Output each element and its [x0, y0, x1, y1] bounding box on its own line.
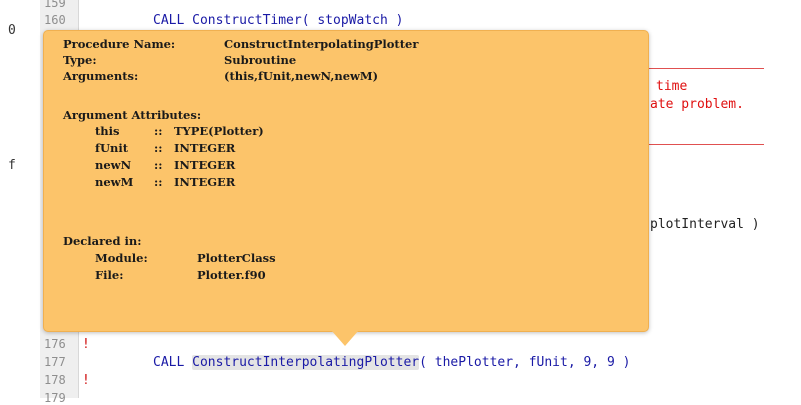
file-label: File: [95, 268, 124, 282]
attribute-name: newM [95, 175, 134, 189]
file-value: Plotter.f90 [197, 268, 266, 282]
call-keyword: CALL [153, 355, 193, 370]
comment-fragment: ate problem. [650, 97, 744, 112]
line-number: 159 [44, 0, 66, 10]
declared-in-heading: Declared in: [63, 234, 142, 248]
tooltip-pointer [331, 330, 359, 346]
attribute-separator: :: [154, 175, 163, 189]
line-number: 179 [44, 391, 66, 405]
attribute-type: INTEGER [174, 175, 236, 189]
attribute-name: fUnit [95, 141, 129, 155]
module-label: Module: [95, 251, 148, 265]
line-number: 160 [44, 13, 66, 27]
call-arguments: ( thePlotter, fUnit, 9, 9 ) [419, 355, 631, 370]
argument-attributes-heading: Argument Attributes: [63, 108, 202, 122]
comment-separator [648, 144, 764, 145]
attribute-separator: :: [154, 141, 163, 155]
attribute-type: INTEGER [174, 141, 236, 155]
attribute-separator: :: [154, 124, 163, 138]
comment-fragment: time [656, 79, 688, 94]
code-line-160[interactable]: CALL ConstructTimer( stopWatch ) [153, 13, 403, 28]
arguments-value: (this,fUnit,newN,newM) [224, 69, 379, 83]
line-number: 176 [44, 337, 66, 351]
procedure-name-label: Procedure Name: [63, 37, 176, 51]
arguments-label: Arguments: [63, 69, 139, 83]
type-value: Subroutine [224, 53, 297, 67]
attribute-name: newN [95, 158, 132, 172]
error-marker: ! [82, 337, 90, 352]
attribute-name: this [95, 124, 120, 138]
procedure-name-value: ConstructInterpolatingPlotter [224, 37, 419, 51]
attribute-type: INTEGER [174, 158, 236, 172]
procedure-info-tooltip: Procedure Name: ConstructInterpolatingPl… [43, 30, 649, 332]
attribute-type: TYPE(Plotter) [174, 124, 264, 138]
left-edge-glyph: 0 [8, 23, 16, 38]
module-value: PlotterClass [197, 251, 276, 265]
comment-separator [648, 68, 764, 69]
attribute-separator: :: [154, 158, 163, 172]
line-number: 178 [44, 373, 66, 387]
code-fragment: plotInterval ) [650, 217, 760, 232]
code-line-177[interactable]: CALL ConstructInterpolatingPlotter( theP… [153, 355, 630, 370]
hovered-procedure-name[interactable]: ConstructInterpolatingPlotter [192, 355, 420, 370]
type-label: Type: [63, 53, 97, 67]
left-edge-glyph: f [8, 158, 16, 173]
error-marker: ! [82, 373, 90, 388]
line-number: 177 [44, 355, 66, 369]
